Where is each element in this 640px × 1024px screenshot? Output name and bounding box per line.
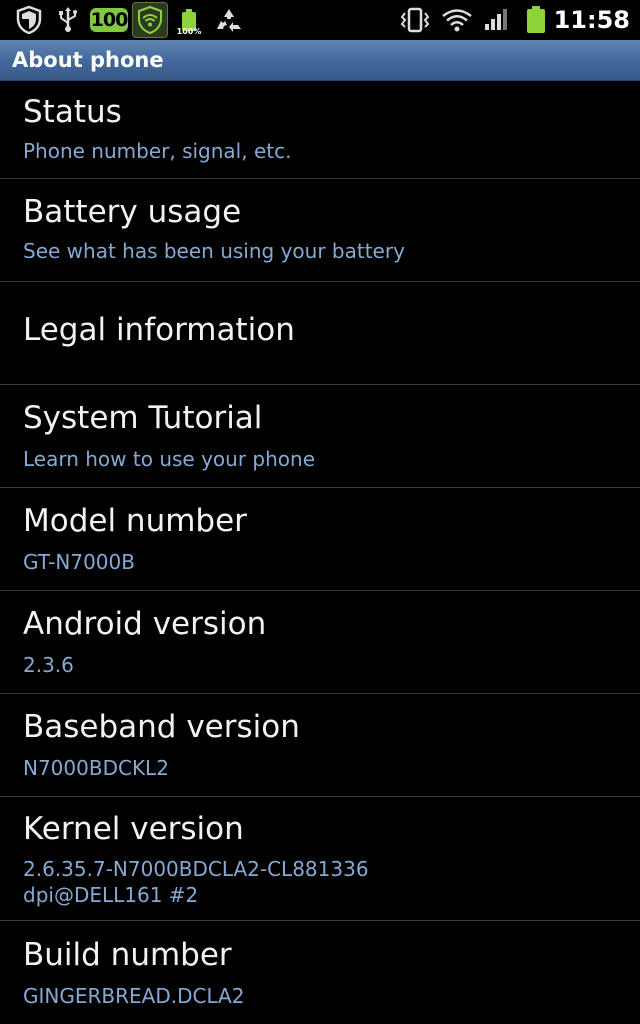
signal-icon [482, 4, 510, 36]
list-item-android-version[interactable]: Android version 2.3.6 [0, 591, 640, 694]
item-summary: Learn how to use your phone [23, 447, 315, 471]
item-title: System Tutorial [23, 400, 263, 436]
list-item-system-tutorial[interactable]: System Tutorial Learn how to use your ph… [0, 385, 640, 488]
item-summary: Phone number, signal, etc. [23, 139, 292, 163]
usb-icon [56, 4, 80, 36]
list-item-status[interactable]: Status Phone number, signal, etc. [0, 81, 640, 179]
list-item-battery-usage[interactable]: Battery usage See what has been using yo… [0, 179, 640, 282]
item-summary: GINGERBREAD.DCLA2 [23, 984, 245, 1008]
item-title: Legal information [23, 312, 295, 348]
status-clock: 11:58 [553, 6, 630, 34]
wifi-icon [440, 4, 474, 36]
item-summary: See what has been using your battery [23, 239, 405, 263]
shield-icon [14, 4, 44, 36]
list-item-build-number[interactable]: Build number GINGERBREAD.DCLA2 [0, 921, 640, 1024]
settings-list: Status Phone number, signal, etc. Batter… [0, 81, 640, 1024]
item-title: Model number [23, 503, 247, 539]
item-summary-line1: 2.6.35.7-N7000BDCLA2-CL881336 [23, 857, 369, 881]
item-title: Baseband version [23, 709, 300, 745]
list-item-model-number[interactable]: Model number GT-N7000B [0, 488, 640, 591]
recycle-icon [214, 4, 244, 36]
item-summary: N7000BDCKL2 [23, 756, 169, 780]
item-title: Build number [23, 937, 232, 973]
status-bar: 100 100% 11:58 [0, 0, 640, 40]
notification-badge-100: 100 [90, 8, 128, 32]
battery-percent-label: 100% [176, 27, 202, 36]
page-title: About phone [12, 48, 164, 72]
vibrate-icon [398, 4, 432, 36]
item-summary-line2: dpi@DELL161 #2 [23, 883, 199, 907]
list-item-legal-information[interactable]: Legal information [0, 282, 640, 385]
item-title: Status [23, 94, 122, 130]
list-item-baseband-version[interactable]: Baseband version N7000BDCKL2 [0, 694, 640, 797]
item-title: Battery usage [23, 194, 242, 230]
item-title: Android version [23, 606, 267, 642]
item-title: Kernel version [23, 811, 244, 847]
title-bar: About phone [0, 40, 640, 81]
list-item-kernel-version[interactable]: Kernel version 2.6.35.7-N7000BDCLA2-CL88… [0, 797, 640, 921]
item-summary: GT-N7000B [23, 550, 135, 574]
battery-icon [522, 4, 550, 36]
wifi-shield-icon [132, 2, 168, 38]
item-summary: 2.3.6 [23, 653, 74, 677]
